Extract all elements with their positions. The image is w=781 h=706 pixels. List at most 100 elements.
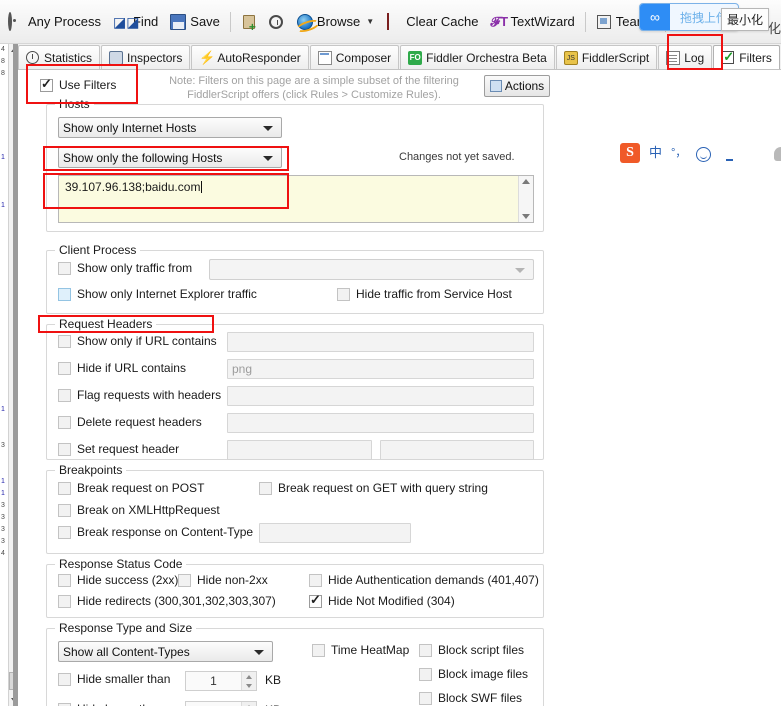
toolbar-any-process[interactable]: Any Process (2, 7, 107, 37)
break-on-post-checkbox[interactable] (58, 481, 71, 495)
emoji-icon[interactable] (695, 146, 712, 162)
show-only-traffic-from-row[interactable]: Show only traffic from (58, 261, 192, 275)
sogou-ime-toolbar[interactable]: S 中 °， (614, 140, 781, 166)
hide-larger-than-checkbox[interactable] (58, 702, 71, 706)
hide-smaller-than-stepper[interactable]: 1 (185, 671, 257, 691)
delete-request-headers-input[interactable] (227, 413, 534, 433)
tab-autoresponder[interactable]: ⚡ AutoResponder (191, 45, 309, 69)
delete-request-headers-checkbox[interactable] (58, 415, 71, 429)
delete-request-headers-row[interactable]: Delete request headers (58, 415, 202, 429)
time-heatmap-row[interactable]: Time HeatMap (312, 643, 409, 657)
stepper-buttons[interactable] (241, 672, 256, 690)
show-only-url-contains-input[interactable] (227, 332, 534, 352)
toolbar-find[interactable]: ◪◪ Find (107, 7, 164, 37)
toolbar-textwizard[interactable]: 𝓕T TextWizard (484, 7, 580, 37)
fiddlerscript-icon: JS (563, 50, 578, 65)
chevron-down-icon[interactable]: ▼ (366, 17, 374, 26)
block-script-files-row[interactable]: Block script files (419, 643, 524, 657)
hosts-filter-combo[interactable]: Show only the following Hosts (58, 147, 282, 168)
hide-not-modified-label: Hide Not Modified (304) (328, 594, 455, 608)
hide-non2xx-checkbox[interactable] (178, 573, 191, 587)
break-response-content-type-checkbox[interactable] (58, 525, 71, 539)
tab-filters[interactable]: Filters (713, 45, 780, 69)
show-only-ie-row[interactable]: Show only Internet Explorer traffic (58, 287, 257, 301)
hide-success-row[interactable]: Hide success (2xx) (58, 573, 178, 587)
stepper-up-icon[interactable] (242, 702, 256, 706)
set-request-header-checkbox[interactable] (58, 442, 71, 456)
stepper-up-icon[interactable] (242, 672, 256, 681)
hide-success-checkbox[interactable] (58, 573, 71, 587)
tab-fiddler-orchestra[interactable]: FO Fiddler Orchestra Beta (400, 45, 555, 69)
toolbar-clear-cache[interactable]: Clear Cache (380, 7, 484, 37)
minimize-tooltip[interactable]: 最小化 (720, 8, 769, 31)
tab-composer[interactable]: Composer (309, 45, 400, 69)
microphone-icon[interactable] (721, 146, 738, 161)
user-account-icon[interactable] (773, 146, 781, 161)
client-process-combo[interactable] (209, 259, 534, 280)
toolbar-browse[interactable]: Browse ▼ (291, 7, 380, 37)
content-type-combo[interactable]: Show all Content-Types (58, 641, 273, 662)
hide-smaller-than-row[interactable]: Hide smaller than (58, 672, 170, 686)
hide-service-host-row[interactable]: Hide traffic from Service Host (337, 287, 512, 301)
hide-non2xx-row[interactable]: Hide non-2xx (178, 573, 268, 587)
stepper-down-icon[interactable] (242, 681, 256, 690)
show-only-traffic-from-checkbox[interactable] (58, 261, 71, 275)
show-only-ie-checkbox[interactable] (58, 287, 71, 301)
hosts-textarea[interactable]: 39.107.96.138;baidu.com (58, 175, 534, 223)
block-swf-files-checkbox[interactable] (419, 691, 432, 705)
hosts-zone-combo[interactable]: Show only Internet Hosts (58, 117, 282, 138)
scroll-up-arrow-icon[interactable] (522, 179, 530, 184)
hide-larger-than-stepper[interactable]: 1 (185, 701, 257, 706)
block-image-files-row[interactable]: Block image files (419, 667, 528, 681)
show-only-url-contains-row[interactable]: Show only if URL contains (58, 334, 217, 348)
scroll-down-arrow-icon[interactable] (522, 214, 530, 219)
break-on-xhr-checkbox[interactable] (58, 503, 71, 517)
sogou-logo-icon[interactable]: S (620, 143, 640, 163)
block-image-files-checkbox[interactable] (419, 667, 432, 681)
hide-url-contains-checkbox[interactable] (58, 361, 71, 375)
show-only-url-contains-checkbox[interactable] (58, 334, 71, 348)
tab-log[interactable]: Log (658, 45, 713, 69)
hide-not-modified-checkbox[interactable] (309, 592, 322, 608)
use-filters-row[interactable]: Use Filters (40, 76, 116, 92)
flag-requests-input[interactable] (227, 386, 534, 406)
flag-requests-checkbox[interactable] (58, 388, 71, 402)
ime-punctuation-mode[interactable]: °， (671, 143, 686, 163)
hide-not-modified-row[interactable]: Hide Not Modified (304) (309, 592, 455, 608)
break-on-get-row[interactable]: Break request on GET with query string (259, 481, 488, 495)
use-filters-checkbox[interactable] (40, 76, 53, 92)
break-response-content-type-input[interactable] (259, 523, 411, 543)
hide-larger-than-row[interactable]: Hide larger than (58, 702, 162, 706)
hide-auth-demands-row[interactable]: Hide Authentication demands (401,407) (309, 573, 539, 587)
actions-button-label: Actions (504, 79, 545, 93)
set-request-header-value-input[interactable] (380, 440, 534, 460)
tab-statistics[interactable]: Statistics (18, 45, 101, 69)
soft-keyboard-icon[interactable] (747, 146, 764, 161)
hosts-textarea-scrollbar[interactable] (518, 176, 533, 222)
hide-service-host-checkbox[interactable] (337, 287, 350, 301)
set-request-header-row[interactable]: Set request header (58, 442, 179, 456)
tab-inspectors[interactable]: Inspectors (101, 45, 191, 69)
actions-button[interactable]: Actions (484, 75, 550, 97)
break-on-post-row[interactable]: Break request on POST (58, 481, 204, 495)
toolbar-timer[interactable] (263, 7, 291, 37)
break-on-xhr-row[interactable]: Break on XMLHttpRequest (58, 503, 220, 517)
block-script-files-checkbox[interactable] (419, 643, 432, 657)
toolbar-save[interactable]: Save (164, 7, 226, 37)
block-swf-files-row[interactable]: Block SWF files (419, 691, 522, 705)
hide-url-contains-row[interactable]: Hide if URL contains (58, 361, 186, 375)
hide-auth-demands-checkbox[interactable] (309, 573, 322, 587)
break-on-get-checkbox[interactable] (259, 481, 272, 495)
tab-fiddlerscript[interactable]: JS FiddlerScript (555, 45, 658, 69)
ime-language-mode[interactable]: 中 (649, 143, 662, 163)
time-heatmap-checkbox[interactable] (312, 643, 325, 657)
flag-requests-row[interactable]: Flag requests with headers (58, 388, 221, 402)
toolbar-clipboard[interactable] (235, 7, 263, 37)
break-response-content-type-row[interactable]: Break response on Content-Type (58, 525, 253, 539)
hide-smaller-than-checkbox[interactable] (58, 672, 71, 686)
hide-url-contains-input[interactable]: png (227, 359, 534, 379)
hide-redirects-checkbox[interactable] (58, 594, 71, 608)
set-request-header-name-input[interactable] (227, 440, 372, 460)
stepper-buttons[interactable] (241, 702, 256, 706)
hide-redirects-row[interactable]: Hide redirects (300,301,302,303,307) (58, 594, 276, 608)
